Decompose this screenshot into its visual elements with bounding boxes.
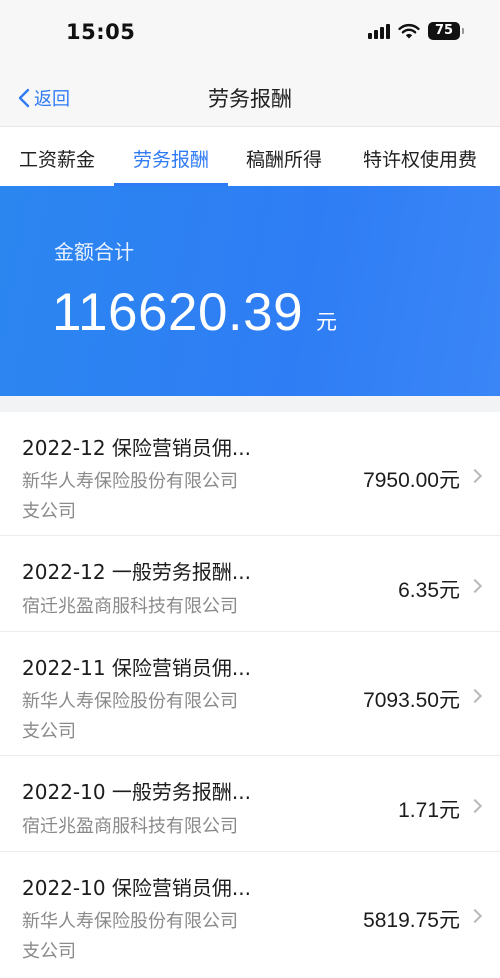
tab-author-remuneration[interactable]: 稿酬所得 [228,127,340,186]
record-title: 2022-10 一般劳务报酬... [22,780,251,804]
record-amount: 7950.00元 [363,469,460,492]
list-item[interactable]: 2022-10 一般劳务报酬... 宿迁兆盈商服科技有限公司 1.71元 [0,756,500,852]
chevron-right-icon [467,688,483,704]
list-item[interactable]: 2022-12 保险营销员佣... 新华人寿保险股份有限公司 支公司 7950.… [0,412,500,536]
chevron-right-icon [467,578,483,594]
cellular-signal-icon [368,23,390,39]
record-amount: 7093.50元 [363,689,460,712]
record-title: 2022-12 一般劳务报酬... [22,560,251,584]
list-item[interactable]: 2022-10 保险营销员佣... 新华人寿保险股份有限公司 支公司 5819.… [0,852,500,976]
chevron-right-icon [467,468,483,484]
section-divider [0,396,500,412]
record-payer-branch: 支公司 [22,501,76,522]
record-payer: 新华人寿保险股份有限公司 [22,471,238,492]
chevron-right-icon [467,798,483,814]
navigation-bar: 返回 劳务报酬 [0,68,500,126]
record-payer-branch: 支公司 [22,721,76,742]
record-payer: 宿迁兆盈商服科技有限公司 [22,596,238,617]
record-payer-branch: 支公司 [22,941,76,962]
tab-royalties[interactable]: 特许权使用费 [340,127,500,186]
status-icons: 75 [368,22,464,40]
record-title: 2022-10 保险营销员佣... [22,876,251,900]
total-amount-value: 116620.39 [52,283,304,342]
income-type-tabs: 工资薪金 劳务报酬 稿酬所得 特许权使用费 [0,126,500,186]
status-bar: 15:05 75 [0,0,500,68]
tab-salary[interactable]: 工资薪金 [0,127,114,186]
record-title: 2022-11 保险营销员佣... [22,656,251,680]
chevron-right-icon [467,908,483,924]
total-amount-label: 金额合计 [54,240,134,264]
list-item[interactable]: 2022-11 保险营销员佣... 新华人寿保险股份有限公司 支公司 7093.… [0,632,500,756]
page-title: 劳务报酬 [208,87,292,111]
record-amount: 5819.75元 [363,909,460,932]
battery-icon: 75 [428,22,464,40]
list-item[interactable]: 2022-12 一般劳务报酬... 宿迁兆盈商服科技有限公司 6.35元 [0,536,500,632]
record-amount: 1.71元 [398,799,460,822]
tab-labor-remuneration[interactable]: 劳务报酬 [114,127,228,186]
wifi-icon [398,24,420,39]
record-title: 2022-12 保险营销员佣... [22,436,251,460]
record-payer: 宿迁兆盈商服科技有限公司 [22,816,238,837]
status-time: 15:05 [66,20,136,44]
record-payer: 新华人寿保险股份有限公司 [22,911,238,932]
total-amount-unit: 元 [316,310,337,334]
record-amount: 6.35元 [398,579,460,602]
total-amount-banner: 金额合计 116620.39 元 [0,186,500,396]
income-record-list: 2022-12 保险营销员佣... 新华人寿保险股份有限公司 支公司 7950.… [0,412,500,976]
record-payer: 新华人寿保险股份有限公司 [22,691,238,712]
